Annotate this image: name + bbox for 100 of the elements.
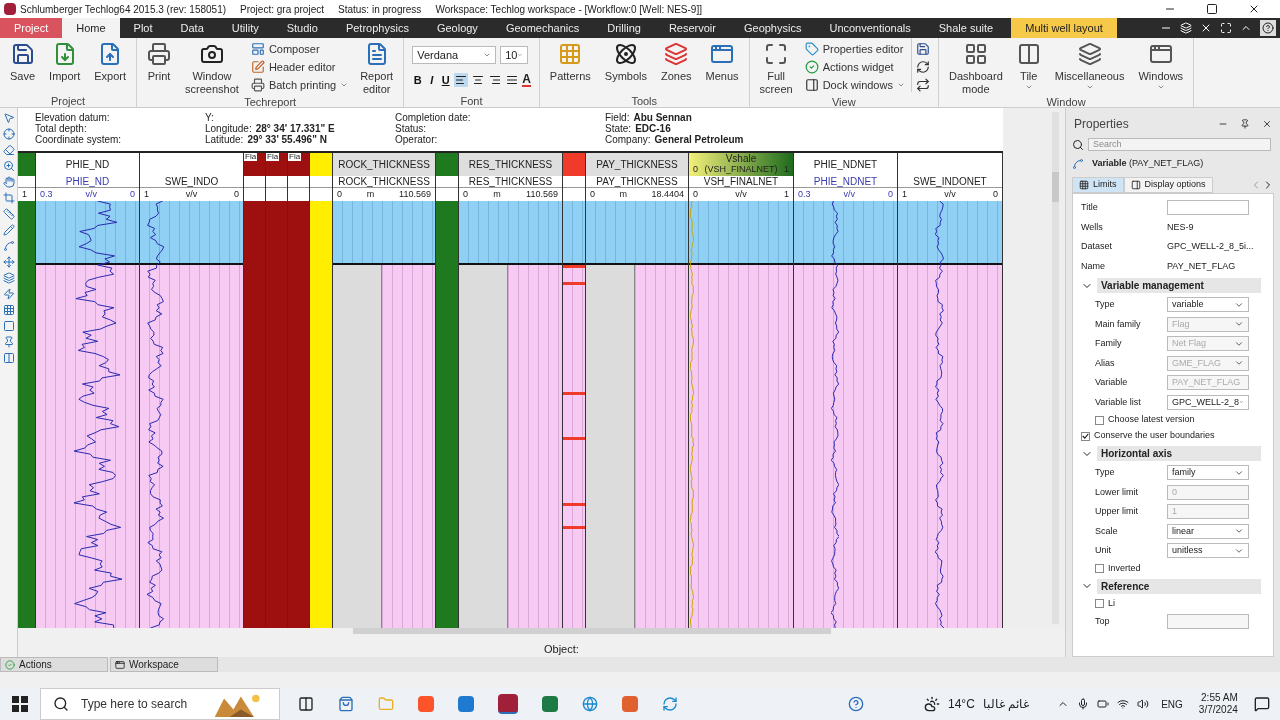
hand-icon[interactable] <box>2 176 15 188</box>
dock-tab[interactable]: Workspace <box>110 657 218 672</box>
ribbon-button[interactable]: Full screen <box>753 38 799 96</box>
search-field[interactable]: Search <box>1088 138 1271 151</box>
ribbon-small-button[interactable]: Properties editor <box>804 40 905 58</box>
checkbox[interactable] <box>1095 415 1104 425</box>
square-icon[interactable] <box>2 320 15 332</box>
taskbar-search-field[interactable]: Type here to search <box>40 688 280 720</box>
ribbon-small-button[interactable]: Dock windows <box>804 76 905 94</box>
font-select[interactable]: Verdana <box>412 46 497 64</box>
ribbon-button[interactable]: Patterns <box>543 38 597 83</box>
maximize-icon[interactable] <box>1206 3 1218 15</box>
font-color-button[interactable]: A <box>522 73 531 88</box>
ribbon-button[interactable]: Windows <box>1132 38 1190 91</box>
section-header[interactable]: Horizontal axis <box>1097 446 1261 461</box>
ribbon-button[interactable]: Window screenshot <box>179 38 245 96</box>
zoom-icon[interactable] <box>2 160 15 172</box>
horizontal-scrollbar[interactable] <box>353 628 831 634</box>
menu-tab[interactable]: Studio <box>272 18 332 38</box>
store-icon[interactable] <box>338 696 354 712</box>
ribbon-small-button[interactable]: Composer <box>250 40 349 58</box>
move-icon[interactable] <box>2 256 15 268</box>
text-style-button[interactable]: B <box>412 72 424 89</box>
property-tab[interactable]: Limits <box>1072 177 1124 193</box>
ribbon-small-button[interactable]: Batch printing <box>250 76 349 94</box>
property-select[interactable]: linear <box>1167 523 1249 539</box>
refresh-icon[interactable] <box>915 60 930 74</box>
notification-icon[interactable] <box>1253 696 1270 712</box>
menu-tab[interactable]: Geophysics <box>729 18 816 38</box>
columns-icon[interactable] <box>2 352 15 364</box>
ribbon-button[interactable]: Symbols <box>598 38 653 83</box>
ribbon-button[interactable]: Report editor <box>354 38 400 96</box>
property-select[interactable]: unitless <box>1167 543 1249 559</box>
property-input[interactable] <box>1167 200 1249 216</box>
menu-tab[interactable]: Home <box>62 18 120 38</box>
flash-icon[interactable] <box>2 288 15 300</box>
ruler-icon[interactable] <box>2 208 15 220</box>
menu-tab[interactable]: Unconventionals <box>815 18 925 38</box>
section-header[interactable]: Reference <box>1097 578 1261 594</box>
menu-tab[interactable]: Plot <box>119 18 167 38</box>
text-style-button[interactable]: U <box>440 72 452 89</box>
menu-tab[interactable]: Geomechanics <box>491 18 594 38</box>
volume-icon[interactable] <box>1137 698 1150 710</box>
scrollbar[interactable] <box>1052 112 1059 624</box>
checkbox[interactable] <box>1081 431 1090 441</box>
property-select[interactable]: family <box>1167 465 1249 481</box>
browser-icon[interactable] <box>582 696 598 712</box>
ribbon-button[interactable]: Zones <box>655 38 698 83</box>
pin-icon[interactable] <box>1240 119 1250 129</box>
ribbon-button[interactable]: Miscellaneous <box>1048 38 1131 91</box>
property-tab[interactable]: Display options <box>1123 177 1213 193</box>
windows-logo-icon[interactable] <box>12 696 28 712</box>
wifi-icon[interactable] <box>1117 698 1130 710</box>
language[interactable]: ENG <box>1161 696 1183 712</box>
ribbon-small-button[interactable]: Header editor <box>250 58 349 76</box>
text-style-button[interactable]: I <box>426 72 438 89</box>
grid-icon[interactable] <box>2 304 15 316</box>
ribbon-button[interactable]: Tile <box>1010 38 1047 91</box>
ribbon-button[interactable]: Save <box>4 38 42 83</box>
menu-tab[interactable]: Petrophysics <box>331 18 423 38</box>
ribbon-button[interactable]: Print <box>141 38 178 83</box>
crop-icon[interactable] <box>2 192 15 204</box>
microphone-icon[interactable] <box>1077 698 1090 710</box>
task-view-icon[interactable] <box>298 696 314 712</box>
battery-icon[interactable] <box>1097 698 1110 710</box>
save-icon[interactable] <box>915 42 930 56</box>
ribbon-button[interactable]: Export <box>88 38 133 83</box>
menu-tab[interactable]: Shale suite <box>924 18 1008 38</box>
align-icon[interactable] <box>454 73 469 88</box>
ribbon-button[interactable]: Menus <box>699 38 745 83</box>
app-icon[interactable] <box>498 694 518 714</box>
menu-tab[interactable]: Project <box>0 18 63 38</box>
menu-tab[interactable]: Geology <box>422 18 492 38</box>
menu-tab[interactable]: Reservoir <box>654 18 730 38</box>
property-select[interactable]: GPC_WELL-2_8 <box>1167 394 1249 410</box>
pointer-icon[interactable] <box>2 112 15 124</box>
checkbox[interactable] <box>1095 599 1104 608</box>
swap-icon[interactable] <box>915 78 930 92</box>
layers-icon[interactable] <box>2 272 15 284</box>
checkbox[interactable] <box>1095 564 1104 573</box>
menu-tab[interactable]: Multi well layout <box>1011 18 1117 38</box>
menu-tab[interactable]: Utility <box>217 18 273 38</box>
close-icon[interactable] <box>1262 119 1272 129</box>
crosshair-icon[interactable] <box>2 128 15 140</box>
close-icon[interactable] <box>1248 3 1260 15</box>
curve-icon[interactable] <box>2 240 15 252</box>
pin-icon[interactable] <box>2 336 15 348</box>
font-size-select[interactable]: 10 <box>500 46 529 64</box>
sync-icon[interactable] <box>662 696 678 712</box>
section-header[interactable]: Variable management <box>1097 278 1261 293</box>
property-select[interactable]: variable <box>1167 297 1249 313</box>
help-icon[interactable] <box>848 696 864 712</box>
ribbon-button[interactable]: Import <box>43 38 87 83</box>
pencil-icon[interactable] <box>2 224 15 236</box>
fullscreen-icon[interactable] <box>1220 22 1232 34</box>
close-icon[interactable] <box>1200 22 1212 34</box>
help-icon[interactable] <box>1260 20 1276 36</box>
ribbon-button[interactable]: Dashboard mode <box>942 38 1009 96</box>
ribbon-small-button[interactable]: Actions widget <box>804 58 905 76</box>
menu-tab[interactable]: Drilling <box>593 18 655 38</box>
